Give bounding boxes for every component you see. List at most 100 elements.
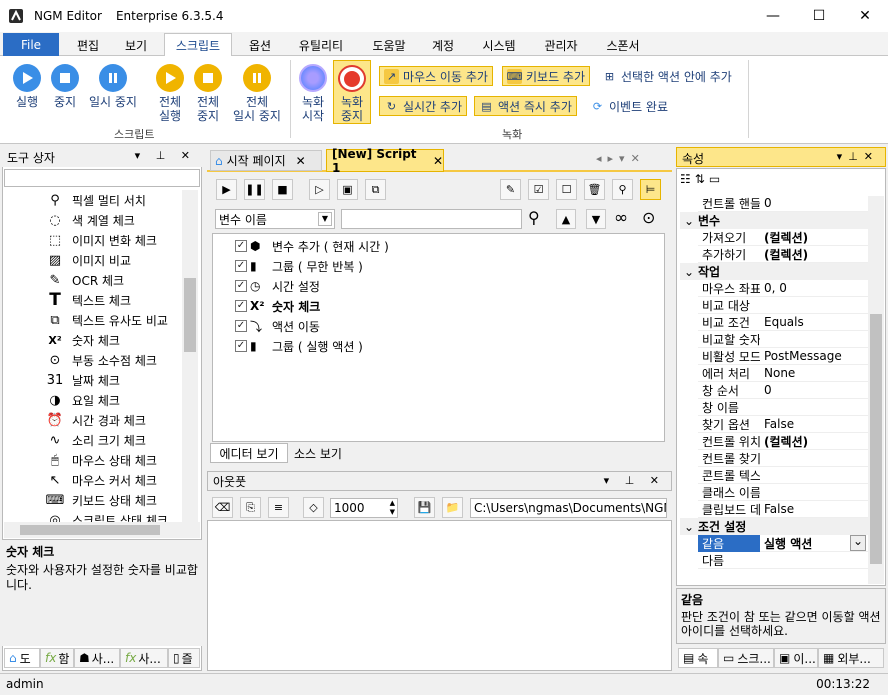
output-export-button[interactable]: ⎘ [240, 497, 261, 518]
toolbox-item[interactable]: ⊙ 부동 소수점 체크 [46, 350, 157, 370]
toolbox-item[interactable]: T 텍스트 체크 [46, 290, 131, 310]
toolbox-item[interactable]: ◌ 색 계열 체크 [46, 210, 135, 230]
record-start-button[interactable]: 녹화 시작 [296, 64, 330, 123]
log-path-field[interactable]: C:\Users\ngmas\Documents\NGM6\ [470, 498, 667, 518]
property-row[interactable]: 컨트롤 위치 (컬렉션) [698, 433, 868, 450]
event-complete-button[interactable]: ⟳ 이벤트 완료 [586, 96, 672, 116]
output-wrap-button[interactable]: ≡ [268, 497, 289, 518]
output-erase-button[interactable]: ◇ [303, 497, 324, 518]
tab-view[interactable]: 보기 [118, 34, 154, 56]
close-tab-icon[interactable]: ✕ [296, 154, 306, 168]
pane-controls[interactable]: ▾ ⊥ ✕ [604, 474, 665, 487]
editor-tab-nav[interactable]: ◂▸▾✕ [596, 152, 646, 165]
toolbox-search-input[interactable] [4, 169, 200, 187]
variable-search-input[interactable] [341, 209, 522, 229]
stop-all-button[interactable]: 전체 중지 [190, 64, 226, 123]
property-row[interactable]: 컨트롤 찾기 [698, 450, 868, 467]
output-clear-button[interactable]: ⌫ [212, 497, 233, 518]
pause-button[interactable]: 일시 중지 [84, 64, 142, 109]
tab-editor-view[interactable]: 에디터 보기 [210, 443, 288, 463]
tab-options[interactable]: 옵션 [240, 34, 280, 56]
tab-admin[interactable]: 관리자 [536, 34, 586, 56]
toolbox-item[interactable]: ⏰ 시간 경과 체크 [46, 410, 146, 430]
toolbox-item[interactable]: X² 숫자 체크 [46, 330, 120, 350]
property-category[interactable]: ⌄ 조건 설정 [680, 518, 868, 535]
checkbox[interactable]: ✓ [235, 300, 247, 312]
tree-node[interactable]: ✓ ◷ 시간 설정 [235, 276, 320, 296]
property-row[interactable]: 비교할 숫자 [698, 331, 868, 348]
toolbox-hscrollbar[interactable] [4, 522, 200, 538]
run-all-button[interactable]: 전체 실행 [150, 64, 190, 123]
record-stop-button[interactable]: 녹화 중지 [333, 60, 371, 124]
tree-node[interactable]: ✓ ⬢ 변수 추가 ( 현재 시간 ) [235, 236, 389, 256]
property-row[interactable]: ⌄ 같음 실행 액션 [698, 534, 868, 552]
run-selected-button[interactable]: ▣ [337, 179, 358, 200]
collapse-icon[interactable]: ⌄ [680, 265, 698, 279]
toolbox-item[interactable]: ⧉ 텍스트 유사도 비교 [46, 310, 168, 330]
open-folder-button[interactable]: 📁 [442, 497, 463, 518]
toolbox-item[interactable]: ↖ 마우스 커서 체크 [46, 470, 157, 490]
tab-file[interactable]: File [3, 33, 59, 56]
edit-action-button[interactable]: ✎ [500, 179, 521, 200]
add-inside-selected-button[interactable]: ⊞ 선택한 액션 안에 추가 [598, 66, 736, 86]
tree-node[interactable]: ✓ ⤵ 액션 이동 [235, 316, 320, 336]
property-row[interactable]: 클래스 이름 [698, 484, 868, 501]
tab-script[interactable]: 스크립트 [164, 33, 232, 56]
property-row[interactable]: 비활성 모드 PostMessage [698, 348, 868, 365]
tab-properties[interactable]: ▤ 속 [678, 648, 718, 668]
close-button[interactable]: ✕ [842, 0, 888, 32]
property-row[interactable]: 클립보드 데이터False [698, 501, 868, 518]
minimize-button[interactable]: — [750, 0, 796, 32]
toolbox-item[interactable]: ∿ 소리 크기 체크 [46, 430, 146, 450]
checkbox[interactable]: ✓ [235, 320, 247, 332]
property-row[interactable]: 창 순서 0 [698, 382, 868, 399]
add-keyboard-button[interactable]: ⌨ 키보드 추가 [502, 66, 591, 86]
collapse-icon[interactable]: ⌄ [680, 214, 698, 228]
search-icon[interactable]: ⚲ [528, 208, 540, 227]
checkbox[interactable]: ✓ [235, 340, 247, 352]
tree-node[interactable]: ✓ ▮ 그룹 ( 무한 반복 ) [235, 256, 363, 276]
property-row[interactable]: 비교 대상 [698, 297, 868, 314]
run-script-button[interactable]: ▶ [216, 179, 237, 200]
toolbox-item[interactable]: ⚲ 픽셀 멀티 서치 [46, 190, 146, 210]
tab-sponsor[interactable]: 스폰서 [598, 34, 648, 56]
move-up-button[interactable]: ▲ [556, 209, 576, 229]
add-action-instant-button[interactable]: ▤ 액션 즉시 추가 [474, 96, 577, 116]
tab-image[interactable]: ▣ 이... [774, 648, 818, 668]
save-log-button[interactable]: 💾 [414, 497, 435, 518]
tab-script-list[interactable]: ▭ 스크... [718, 648, 774, 668]
property-row[interactable]: 마우스 좌표 0, 0 [698, 280, 868, 297]
toolbox-item[interactable]: ◑ 요일 체크 [46, 390, 120, 410]
tab-toolbox[interactable]: ⌂ 도 [4, 648, 40, 668]
run-button[interactable]: 실행 [8, 64, 46, 109]
checkbox[interactable]: ✓ [235, 260, 247, 272]
tab-source-view[interactable]: 소스 보기 [288, 443, 348, 463]
stop-button[interactable]: 중지 [46, 64, 84, 109]
tab-account[interactable]: 계정 [424, 34, 462, 56]
checkbox[interactable]: ✓ [235, 280, 247, 292]
tree-view-button[interactable]: ⊨ [640, 179, 661, 200]
toolbox-item[interactable]: 🖱 마우스 상태 체크 [46, 450, 157, 470]
property-row[interactable]: 다름 [698, 552, 868, 569]
find-button[interactable]: ⚲ [612, 179, 633, 200]
delete-button[interactable]: 🗑 [584, 179, 605, 200]
maximize-button[interactable]: ☐ [796, 0, 842, 32]
toolbox-item[interactable]: ▨ 이미지 비교 [46, 250, 131, 270]
sort-categorized-icon[interactable]: ☷⇅▭ [680, 172, 724, 186]
checkbox[interactable]: ✓ [235, 240, 247, 252]
toolbox-scrollbar[interactable] [182, 190, 198, 522]
stop-script-button[interactable]: ■ [272, 179, 293, 200]
property-row[interactable]: 찾기 옵션 False [698, 416, 868, 433]
variable-select[interactable]: 변수 이름 ▼ [215, 209, 335, 229]
check-all-button[interactable]: ☑ [528, 179, 549, 200]
property-row[interactable]: 창 이름 [698, 399, 868, 416]
tab-help[interactable]: 도움말 [364, 34, 414, 56]
infinity-icon[interactable]: ∞ [614, 208, 628, 228]
toolbox-item[interactable]: 31 날짜 체크 [46, 370, 120, 390]
collapse-icon[interactable]: ⌄ [680, 520, 698, 534]
toolbox-item[interactable]: ✎ OCR 체크 [46, 270, 125, 290]
pane-controls[interactable]: ▾ ⊥ ✕ [135, 149, 196, 162]
tab-edit[interactable]: 편집 [70, 34, 106, 56]
toolbox-item[interactable]: ◎ 스크립트 상태 체크 [46, 510, 168, 523]
property-row[interactable]: 추가하기 (컬렉션) [698, 246, 868, 263]
